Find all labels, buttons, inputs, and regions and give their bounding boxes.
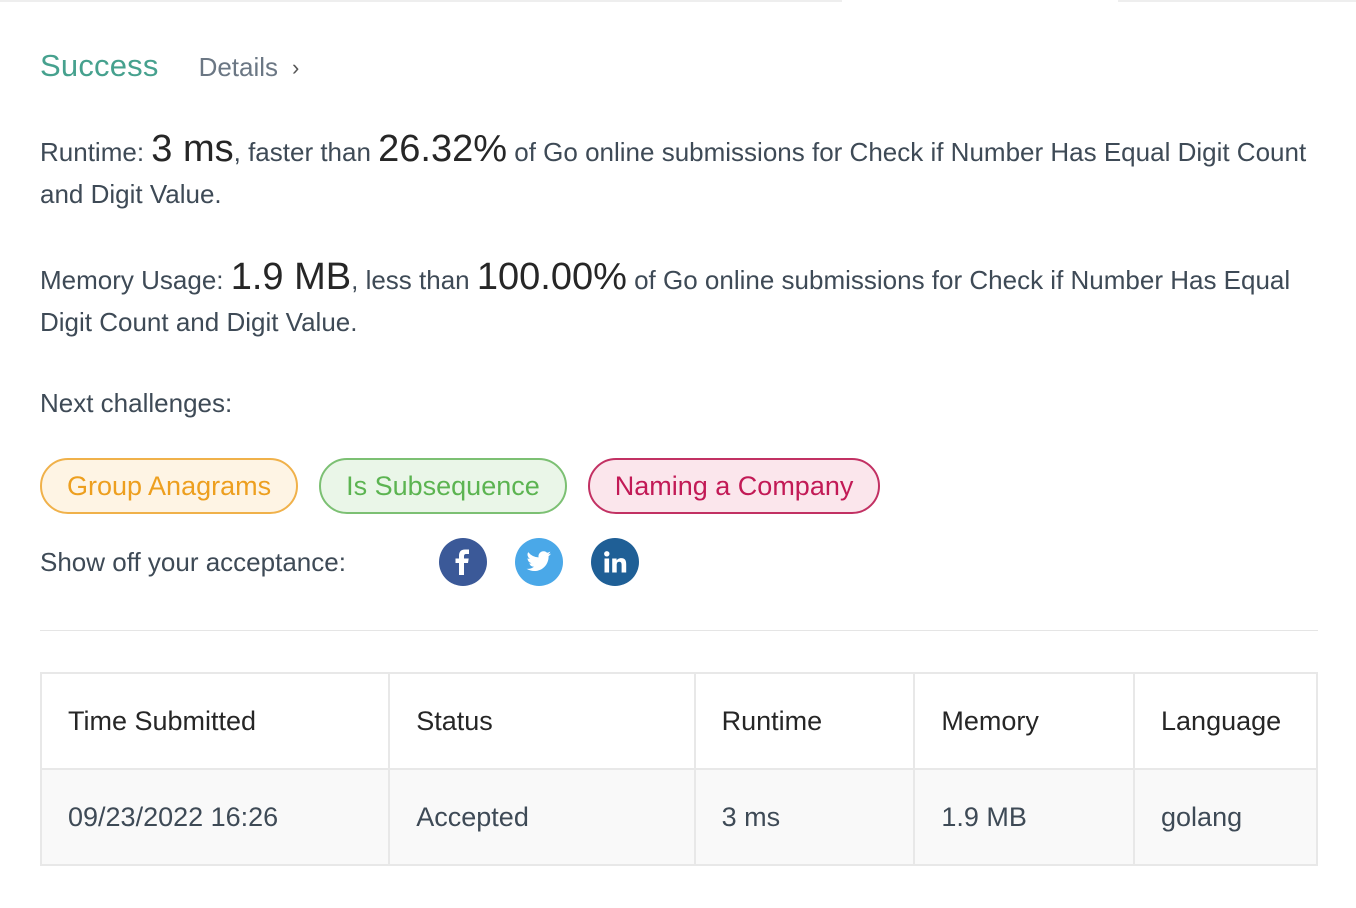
share-label: Show off your acceptance:: [40, 546, 346, 577]
challenge-chip-naming-a-company[interactable]: Naming a Company: [587, 458, 881, 514]
memory-comparison: , less than: [351, 265, 477, 295]
memory-label: Memory Usage:: [40, 265, 231, 295]
runtime-comparison: , faster than: [233, 137, 379, 167]
column-header-memory: Memory: [913, 672, 1136, 770]
top-border: [0, 0, 842, 2]
runtime-value: 3 ms: [151, 128, 234, 170]
column-header-language: Language: [1133, 672, 1318, 770]
runtime-percent: 26.32%: [378, 128, 508, 170]
cell-runtime: 3 ms: [693, 768, 916, 866]
memory-percent: 100.00%: [476, 256, 627, 298]
cell-language: golang: [1133, 768, 1318, 866]
details-label: Details: [198, 52, 279, 82]
column-header-runtime: Runtime: [693, 672, 916, 770]
top-border-right: [1118, 0, 1356, 2]
next-challenges-label: Next challenges:: [40, 388, 233, 418]
section-divider: [40, 630, 1318, 631]
result-status: Success: [40, 48, 159, 83]
cell-time-submitted: 09/23/2022 16:26: [39, 768, 391, 866]
table-row: 09/23/2022 16:26 Accepted 3 ms 1.9 MB go…: [39, 768, 1318, 866]
memory-stat: Memory Usage: 1.9 MB, less than 100.00% …: [40, 256, 1310, 343]
facebook-icon[interactable]: [439, 538, 487, 586]
challenge-chip-group-anagrams[interactable]: Group Anagrams: [40, 458, 299, 514]
result-header: Success Details ›: [40, 48, 299, 84]
share-row: Show off your acceptance:: [40, 538, 667, 586]
runtime-stat: Runtime: 3 ms, faster than 26.32% of Go …: [40, 128, 1310, 215]
challenge-chip-is-subsequence[interactable]: Is Subsequence: [319, 458, 567, 514]
next-challenges-list: Group Anagrams Is Subsequence Naming a C…: [40, 458, 901, 514]
cell-memory: 1.9 MB: [913, 768, 1136, 866]
memory-value: 1.9 MB: [230, 256, 352, 298]
runtime-label: Runtime:: [40, 137, 152, 167]
column-header-status: Status: [388, 672, 696, 770]
cell-status-link[interactable]: Accepted: [388, 768, 696, 866]
column-header-time-submitted: Time Submitted: [39, 672, 391, 770]
submissions-table: Time Submitted Status Runtime Memory Lan…: [39, 672, 1318, 866]
linkedin-icon[interactable]: [591, 538, 639, 586]
details-link[interactable]: Details ›: [199, 52, 300, 83]
chevron-right-icon: ›: [292, 54, 300, 80]
twitter-icon[interactable]: [515, 538, 563, 586]
table-header-row: Time Submitted Status Runtime Memory Lan…: [39, 672, 1318, 770]
